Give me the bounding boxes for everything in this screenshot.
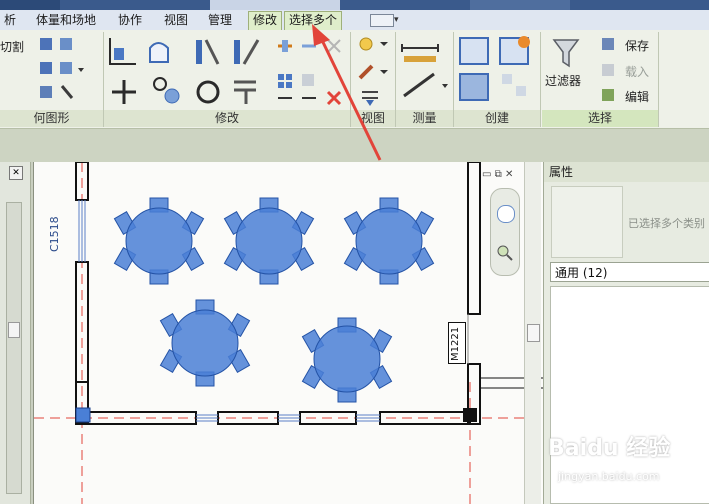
- window-left[interactable]: [78, 200, 86, 262]
- zoom-icon[interactable]: [497, 245, 513, 261]
- vertical-scrollbar[interactable]: [524, 162, 541, 504]
- watermark-url: jingyan.baidu.com: [558, 470, 660, 483]
- panel-separator: [540, 32, 541, 127]
- cut-label[interactable]: 切割: [0, 38, 24, 55]
- tab-massing-site[interactable]: 体量和场地: [32, 12, 100, 29]
- dining-tables[interactable]: [113, 197, 435, 403]
- create-tools-icons[interactable]: [456, 34, 538, 108]
- edit-selection-button[interactable]: 编辑: [625, 88, 649, 105]
- close-icon[interactable]: ✕: [9, 166, 23, 180]
- search-box[interactable]: [210, 0, 340, 10]
- tab-modify[interactable]: 修改: [248, 11, 283, 31]
- table-set[interactable]: [301, 317, 393, 403]
- table-set[interactable]: [223, 197, 315, 285]
- load-selection-button[interactable]: 载入: [625, 63, 649, 80]
- app-menu-strip: [0, 0, 60, 10]
- steering-wheel-icon[interactable]: [497, 205, 515, 223]
- table-set[interactable]: [159, 299, 251, 387]
- scrollbar-thumb[interactable]: [8, 322, 20, 338]
- panel-label-create: 创建: [454, 110, 540, 127]
- drawing-canvas[interactable]: C1518 M1221 ▭ ⧉ ✕: [33, 162, 543, 504]
- floor-plan: [34, 162, 543, 504]
- panel-label-measure: 测量: [396, 110, 453, 127]
- measure-tools-icons[interactable]: [398, 34, 450, 108]
- window-tag[interactable]: C1518: [48, 212, 68, 252]
- selected-column-marker[interactable]: [75, 407, 91, 423]
- load-selection-icon: [602, 64, 614, 76]
- type-selector-label[interactable]: 已选择多个类别: [628, 215, 705, 231]
- watermark: Baidu 经验 jingyan.baidu.com: [548, 430, 698, 490]
- table-set[interactable]: [113, 197, 205, 285]
- door-tag[interactable]: M1221: [448, 322, 466, 364]
- view-window-controls[interactable]: ▭ ⧉ ✕: [482, 169, 518, 181]
- title-bar: [0, 0, 709, 10]
- panel-separator: [658, 32, 659, 127]
- panel-label-geometry: 何图形: [0, 110, 103, 127]
- filter-button-label[interactable]: 过滤器: [545, 72, 581, 89]
- project-browser-panel: ✕: [0, 162, 31, 504]
- tab-manage[interactable]: 管理: [204, 12, 236, 29]
- chevron-down-icon[interactable]: ▾: [394, 15, 399, 25]
- edit-selection-icon[interactable]: [602, 89, 614, 101]
- tab-view[interactable]: 视图: [160, 12, 192, 29]
- window-bottom[interactable]: [196, 414, 380, 422]
- panel-label-select: 选择: [542, 110, 658, 127]
- tab-analyze[interactable]: 析: [0, 12, 20, 29]
- tab-collaborate[interactable]: 协作: [114, 12, 146, 29]
- user-strip: [470, 0, 570, 10]
- type-preview: [551, 186, 623, 258]
- watermark-brand: Baidu 经验: [548, 436, 671, 461]
- save-selection-button[interactable]: 保存: [625, 37, 649, 54]
- column-marker[interactable]: [463, 408, 477, 422]
- annotation-arrow: [312, 24, 382, 161]
- filter-icon[interactable]: [552, 38, 580, 68]
- properties-header: 属性: [544, 162, 709, 182]
- scrollbar[interactable]: [6, 202, 22, 494]
- table-set[interactable]: [343, 197, 435, 285]
- navigation-bar[interactable]: [490, 188, 520, 276]
- save-selection-icon[interactable]: [602, 38, 614, 50]
- category-filter-dropdown[interactable]: 通用 (12): [550, 262, 709, 282]
- scrollbar-thumb[interactable]: [527, 324, 540, 342]
- geometry-tools-icons[interactable]: [38, 36, 100, 106]
